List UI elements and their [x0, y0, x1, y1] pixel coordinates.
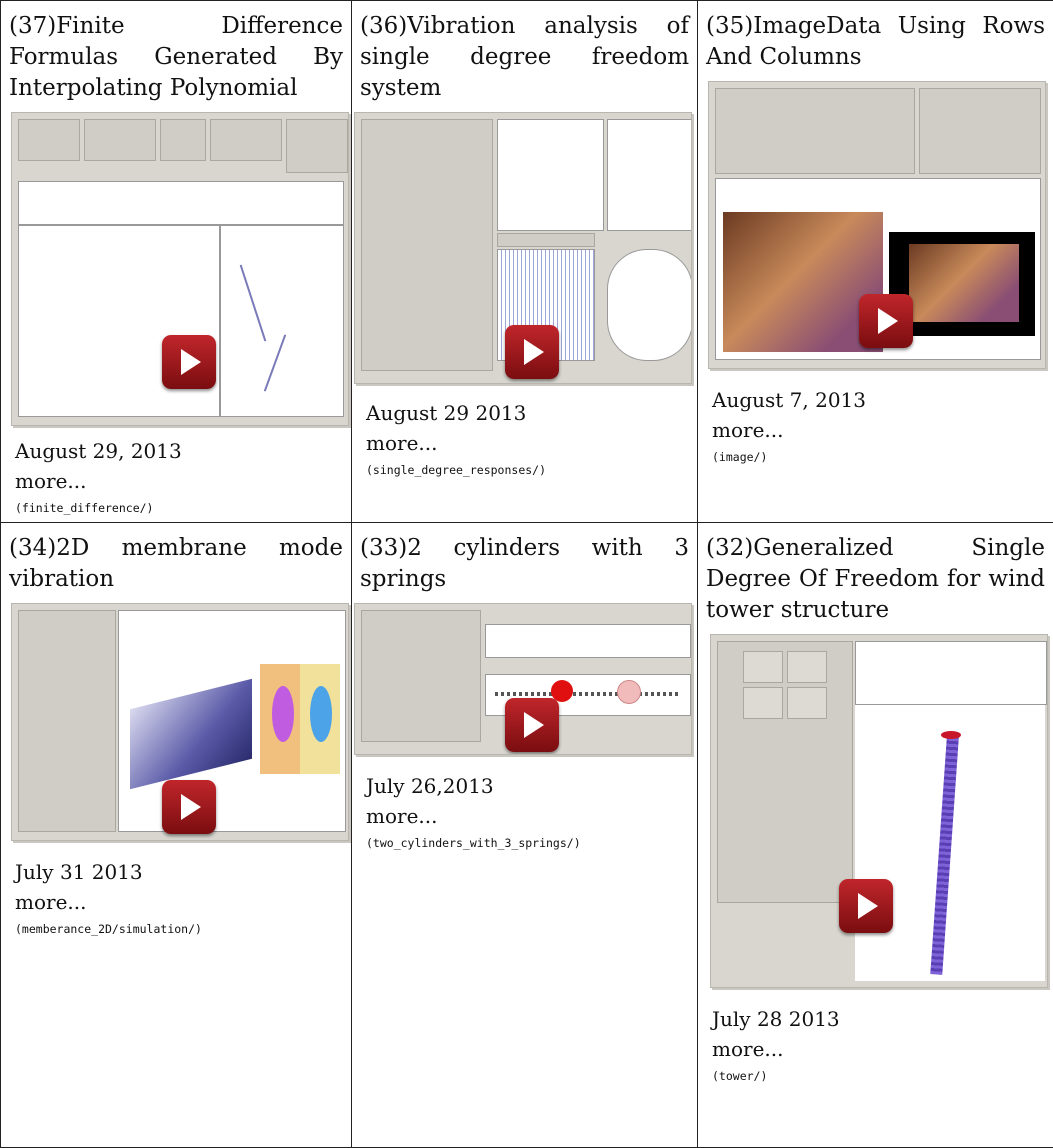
more-link[interactable]: more... — [352, 801, 697, 831]
demo-path: (two_cylinders_with_3_springs/) — [352, 831, 697, 855]
demo-cell-36: (36)Vibration analysis of single degree … — [352, 1, 698, 523]
play-button-icon[interactable] — [162, 335, 216, 389]
demo-thumbnail[interactable] — [354, 112, 692, 384]
demo-path: (image/) — [698, 445, 1053, 469]
demo-date: July 26,2013 — [352, 771, 697, 801]
demo-cell-35: (35)ImageData Using Rows And Columns Aug… — [698, 1, 1053, 523]
demo-thumbnail[interactable] — [708, 81, 1046, 369]
demo-path: (single_degree_responses/) — [352, 458, 697, 482]
demo-title[interactable]: (34)2D membrane mode vibration — [1, 523, 351, 595]
more-link[interactable]: more... — [1, 466, 351, 496]
demo-date: August 29 2013 — [352, 398, 697, 428]
play-button-icon[interactable] — [162, 780, 216, 834]
demo-title[interactable]: (32)Generalized Single Degree Of Freedom… — [698, 523, 1053, 626]
demo-date: August 7, 2013 — [698, 385, 1053, 415]
more-link[interactable]: more... — [1, 887, 351, 917]
more-link[interactable]: more... — [698, 1034, 1053, 1064]
demo-thumbnail[interactable] — [11, 603, 349, 841]
play-button-icon[interactable] — [505, 698, 559, 752]
demo-thumbnail[interactable] — [11, 112, 349, 426]
more-link[interactable]: more... — [698, 415, 1053, 445]
demo-path: (memberance_2D/simulation/) — [1, 917, 351, 941]
demo-title[interactable]: (33)2 cylinders with 3 springs — [352, 523, 697, 595]
demo-cell-32: (32)Generalized Single Degree Of Freedom… — [698, 523, 1053, 1148]
demo-title[interactable]: (37)Finite Difference Formulas Generated… — [1, 1, 351, 104]
demo-date: July 28 2013 — [698, 1004, 1053, 1034]
demo-grid: (37)Finite Difference Formulas Generated… — [0, 0, 1053, 1148]
demo-path: (finite_difference/) — [1, 496, 351, 520]
demo-title[interactable]: (35)ImageData Using Rows And Columns — [698, 1, 1053, 73]
demo-title[interactable]: (36)Vibration analysis of single degree … — [352, 1, 697, 104]
demo-thumbnail[interactable] — [710, 634, 1048, 988]
play-button-icon[interactable] — [859, 294, 913, 348]
play-button-icon[interactable] — [505, 325, 559, 379]
demo-date: August 29, 2013 — [1, 436, 351, 466]
demo-thumbnail[interactable] — [354, 603, 692, 755]
demo-cell-37: (37)Finite Difference Formulas Generated… — [1, 1, 352, 523]
demo-cell-34: (34)2D membrane mode vibration July 31 2… — [1, 523, 352, 1148]
more-link[interactable]: more... — [352, 428, 697, 458]
demo-cell-33: (33)2 cylinders with 3 springs July 26,2… — [352, 523, 698, 1148]
demo-path: (tower/) — [698, 1064, 1053, 1088]
demo-date: July 31 2013 — [1, 857, 351, 887]
play-button-icon[interactable] — [839, 879, 893, 933]
